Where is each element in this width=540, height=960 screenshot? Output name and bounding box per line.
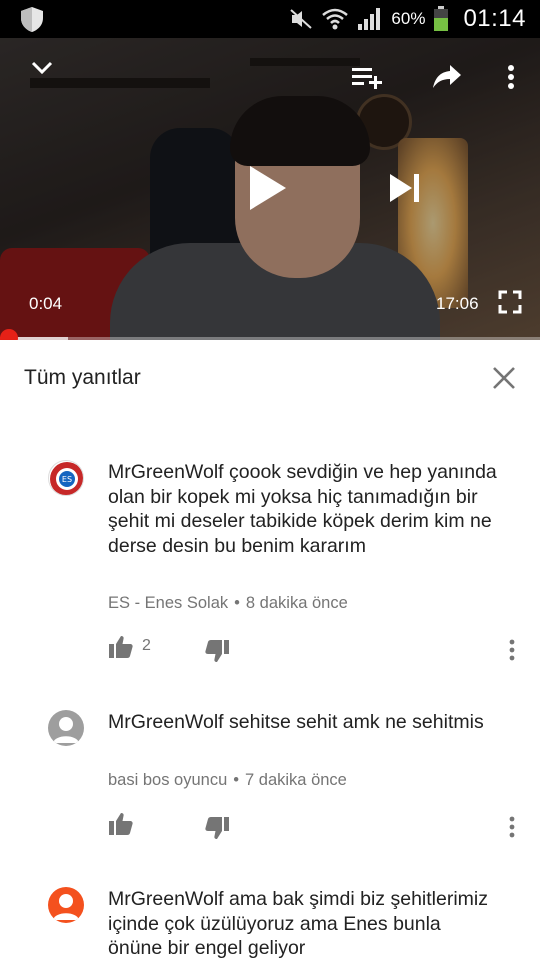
avatar[interactable] bbox=[48, 887, 84, 923]
mute-icon bbox=[290, 9, 313, 29]
comment-actions bbox=[0, 811, 540, 841]
more-vert-icon[interactable] bbox=[506, 64, 516, 90]
battery-icon bbox=[434, 6, 449, 31]
signal-icon bbox=[358, 8, 381, 30]
replies-header: Tüm yanıtlar bbox=[0, 340, 540, 416]
comment-actions: 2 bbox=[0, 634, 540, 664]
person-icon bbox=[53, 717, 79, 743]
comment-time: 8 dakika önce bbox=[245, 594, 348, 612]
current-time: 0:04 bbox=[29, 294, 63, 313]
avatar[interactable]: ES bbox=[48, 460, 84, 496]
replies-title: Tüm yanıtlar bbox=[24, 366, 141, 389]
shield-icon bbox=[21, 7, 43, 32]
playlist-add-icon[interactable] bbox=[352, 66, 384, 90]
share-icon[interactable] bbox=[432, 64, 462, 90]
skip-next-icon[interactable] bbox=[388, 172, 422, 204]
comment-text: MrGreenWolf sehitse sehit amk ne sehitmi… bbox=[108, 711, 484, 733]
like-count: 2 bbox=[142, 637, 151, 654]
thumbs-down-icon[interactable] bbox=[204, 638, 230, 664]
thumbs-up-icon[interactable] bbox=[108, 634, 134, 660]
comment-meta: ES - Enes Solak • 8 dakika önce bbox=[108, 594, 348, 612]
comment-text: MrGreenWolf çoook sevdiğin ve hep yanınd… bbox=[108, 461, 497, 557]
clock: 01:14 bbox=[463, 5, 526, 32]
duration: 17:06 bbox=[436, 294, 479, 313]
more-vert-icon[interactable] bbox=[505, 638, 519, 664]
comment-author[interactable]: basi bos oyuncu bbox=[108, 771, 227, 789]
play-icon[interactable] bbox=[248, 164, 288, 212]
comment-author[interactable]: ES - Enes Solak bbox=[108, 594, 228, 612]
status-bar: 60% 01:14 bbox=[0, 0, 540, 38]
battery-percent: 60% bbox=[391, 9, 426, 28]
close-icon[interactable] bbox=[490, 364, 518, 392]
chevron-down-icon[interactable] bbox=[30, 60, 54, 76]
video-player[interactable]: 0:04 17:06 bbox=[0, 38, 540, 340]
comment-meta: basi bos oyuncu • 7 dakika önce bbox=[108, 771, 347, 789]
progress-handle[interactable] bbox=[0, 329, 18, 340]
more-vert-icon[interactable] bbox=[505, 815, 519, 841]
svg-text:ES: ES bbox=[62, 475, 72, 484]
thumbs-up-icon[interactable] bbox=[108, 811, 134, 837]
comment-time: 7 dakika önce bbox=[245, 771, 347, 789]
avatar[interactable] bbox=[48, 710, 84, 746]
comment-text: MrGreenWolf ama bak şimdi biz şehitlerim… bbox=[108, 888, 488, 959]
wifi-icon bbox=[322, 8, 349, 30]
fullscreen-icon[interactable] bbox=[498, 290, 522, 314]
person-icon bbox=[53, 894, 79, 920]
thumbs-down-icon[interactable] bbox=[204, 815, 230, 841]
